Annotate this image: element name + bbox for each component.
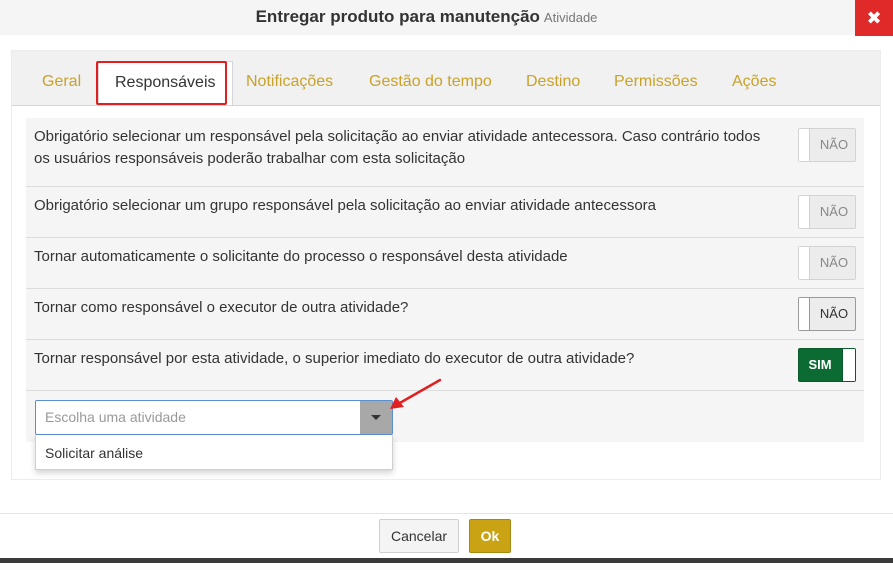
close-button[interactable]: ✖ — [855, 0, 893, 36]
toggle-label: SIM — [808, 357, 832, 372]
setting-row: Tornar automaticamente o solicitante do … — [26, 238, 864, 289]
setting-text: Tornar responsável por esta atividade, o… — [34, 350, 635, 367]
setting-toggle[interactable]: NÃO — [798, 128, 856, 162]
toggle-label: NÃO — [819, 255, 849, 270]
activity-select-placeholder: Escolha uma atividade — [45, 409, 186, 425]
dropdown-option[interactable]: Solicitar análise — [45, 435, 143, 471]
setting-row: Obrigatório selecionar um grupo responsá… — [26, 187, 864, 238]
toggle-knob — [799, 298, 810, 330]
toggle-knob — [799, 247, 810, 279]
setting-toggle[interactable]: NÃO — [798, 297, 856, 331]
tab-permissoes[interactable]: Permissões — [614, 51, 698, 105]
setting-text: Tornar automaticamente o solicitante do … — [34, 248, 568, 265]
ok-button[interactable]: Ok — [469, 519, 511, 553]
close-icon: ✖ — [866, 7, 882, 28]
activity-select[interactable]: Escolha uma atividade — [35, 400, 393, 435]
activity-dropdown-list: Solicitar análise — [35, 435, 393, 470]
toggle-knob — [799, 129, 810, 161]
toggle-label: NÃO — [819, 204, 849, 219]
tab-gestao-do-tempo[interactable]: Gestão do tempo — [369, 51, 492, 105]
tab-destino[interactable]: Destino — [526, 51, 580, 105]
setting-row: Tornar como responsável o executor de ou… — [26, 289, 864, 340]
dialog-title: Entregar produto para manutenção Atividad… — [0, 0, 853, 33]
dialog-title-main: Entregar produto para manutenção — [255, 7, 540, 26]
setting-text: Obrigatório selecionar um responsável pe… — [34, 128, 761, 167]
toggle-knob — [842, 349, 855, 381]
setting-text: Tornar como responsável o executor de ou… — [34, 299, 409, 316]
tab-acoes[interactable]: Ações — [732, 51, 776, 105]
bottom-strip — [0, 558, 893, 563]
toggle-knob — [799, 196, 810, 228]
tab-responsaveis[interactable]: Responsáveis — [98, 61, 233, 105]
toggle-label: NÃO — [819, 306, 849, 321]
dialog-header: Entregar produto para manutenção Atividad… — [0, 0, 893, 35]
setting-toggle[interactable]: NÃO — [798, 195, 856, 229]
tab-notificacoes[interactable]: Notificações — [246, 51, 333, 105]
setting-toggle[interactable]: NÃO — [798, 246, 856, 280]
setting-toggle[interactable]: SIM — [798, 348, 856, 382]
toggle-label: NÃO — [819, 137, 849, 152]
dialog-title-sub: Atividade — [543, 10, 598, 25]
tab-geral[interactable]: Geral — [42, 51, 81, 105]
dropdown-toggle-button[interactable] — [360, 401, 392, 434]
footer-divider — [0, 513, 893, 514]
setting-text: Obrigatório selecionar um grupo responsá… — [34, 197, 657, 214]
settings-list: Obrigatório selecionar um responsável pe… — [26, 118, 864, 391]
tab-bar: Geral Responsáveis Notificações Gestão d… — [12, 51, 880, 106]
setting-row: Obrigatório selecionar um responsável pe… — [26, 118, 864, 187]
setting-row: Tornar responsável por esta atividade, o… — [26, 340, 864, 391]
caret-down-icon — [371, 415, 381, 420]
cancel-button[interactable]: Cancelar — [379, 519, 459, 553]
